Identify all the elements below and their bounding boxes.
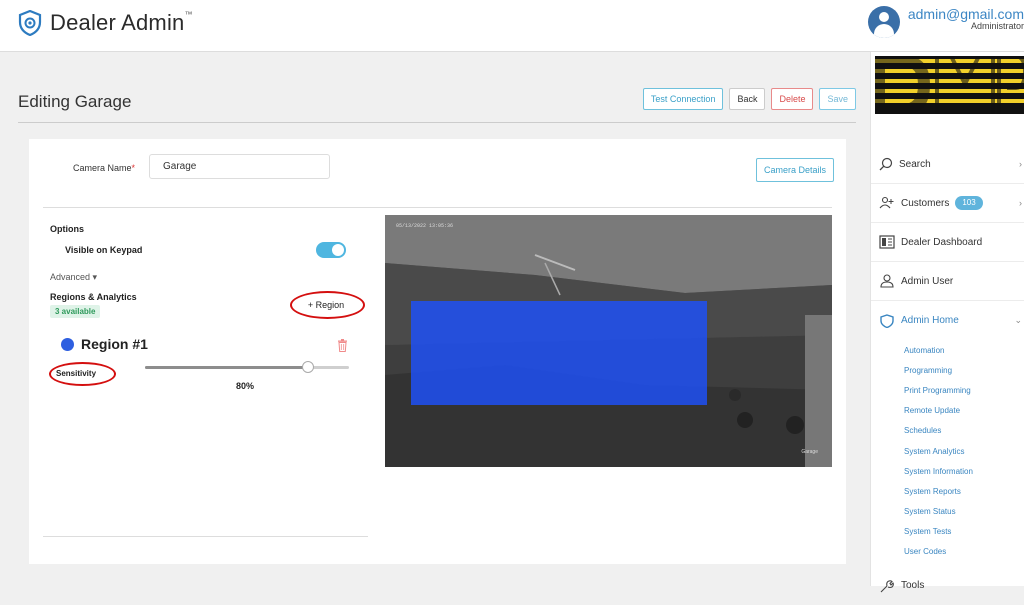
customers-icon [879,196,894,209]
trash-icon[interactable] [337,339,348,352]
nav-admin-home[interactable]: Admin Home ⌄ [871,301,1024,340]
region-color-dot [61,337,74,351]
nav-search[interactable]: Search › [871,145,1024,184]
annotation-circle [290,291,365,319]
sidebar: Search › Customers 103 › Dealer Dashboar… [870,52,1024,592]
camera-card: Camera Name* Garage Camera Details Optio… [29,139,846,564]
submenu-system-reports[interactable]: System Reports [904,487,961,496]
save-button[interactable]: Save [819,88,856,110]
options-heading: Options [50,224,84,234]
card-divider [43,207,832,208]
nav-customers-label: Customers [901,197,950,209]
user-menu[interactable]: admin@gmail.com Administrator [867,6,1024,38]
dashboard-icon [879,235,895,249]
top-bar: Dealer Admin™ admin@gmail.com Administra… [0,0,1024,52]
dmp-logo [875,56,1024,114]
nav-dealer-dashboard[interactable]: Dealer Dashboard [871,223,1024,262]
search-icon [879,157,893,171]
submenu-system-information[interactable]: System Information [904,467,973,476]
nav-admin-user-label: Admin User [901,275,954,287]
toggle-knob [332,244,344,256]
camera-timestamp: 05/13/2022 13:05:36 [396,223,454,229]
test-connection-button[interactable]: Test Connection [642,88,724,110]
submenu-print-programming[interactable]: Print Programming [904,386,971,395]
nav-search-label: Search [899,158,931,170]
delete-button[interactable]: Delete [771,88,814,110]
app-logo[interactable]: Dealer Admin™ [18,10,193,36]
action-bar: Test Connection Back Delete Save [642,88,856,110]
camera-overlay-label: Garage [801,449,818,455]
regions-available-badge: 3 available [50,305,101,318]
camera-name-input[interactable]: Garage [149,154,330,179]
nav-admin-home-label: Admin Home [901,315,959,326]
page-title: Editing Garage [18,92,132,111]
avatar [867,6,900,38]
customers-count-badge: 103 [955,196,983,210]
submenu-user-codes[interactable]: User Codes [904,547,946,556]
dmp-brand-mark [875,56,1024,114]
sensitivity-slider[interactable] [145,361,349,373]
user-icon [880,274,894,288]
back-button[interactable]: Back [729,88,766,110]
slider-thumb[interactable] [302,361,315,373]
app-title: Dealer Admin™ [50,10,193,35]
shield-gear-icon [18,10,42,36]
slider-fill [145,366,309,369]
chevron-down-icon: ⌄ [1014,315,1022,325]
nav-customers[interactable]: Customers 103 › [871,184,1024,223]
advanced-dropdown[interactable]: Advanced ▾ [50,272,97,283]
detection-region-box[interactable] [411,301,707,405]
annotation-circle [49,362,116,386]
submenu-system-status[interactable]: System Status [904,507,956,516]
nav-dashboard-label: Dealer Dashboard [901,236,983,248]
submenu-remote-update[interactable]: Remote Update [904,406,960,415]
shield-icon [880,313,894,328]
camera-details-button[interactable]: Camera Details [756,158,835,182]
title-divider [18,122,856,123]
submenu-automation[interactable]: Automation [904,346,944,355]
user-email: admin@gmail.com [907,6,1024,22]
region-header: Region #1 [61,336,148,352]
chevron-right-icon: › [1019,159,1022,169]
camera-preview[interactable]: 05/13/2022 13:05:36 Garage [385,215,832,467]
submenu-programming[interactable]: Programming [904,366,952,375]
regions-heading: Regions & Analytics [50,292,137,302]
visible-on-keypad-label: Visible on Keypad [65,245,143,255]
main-content: Editing Garage Test Connection Back Dele… [0,52,870,586]
nav-admin-user[interactable]: Admin User [871,262,1024,301]
section-divider [43,536,368,537]
region-name: Region #1 [81,336,148,352]
user-role: Administrator [970,21,1024,31]
submenu-system-analytics[interactable]: System Analytics [904,447,964,456]
chevron-right-icon: › [1019,198,1022,208]
sensitivity-value: 80% [236,381,255,391]
submenu-system-tests[interactable]: System Tests [904,527,951,536]
submenu-schedules[interactable]: Schedules [904,426,941,435]
camera-name-label: Camera Name* [73,163,136,173]
visible-on-keypad-toggle[interactable] [316,242,346,258]
